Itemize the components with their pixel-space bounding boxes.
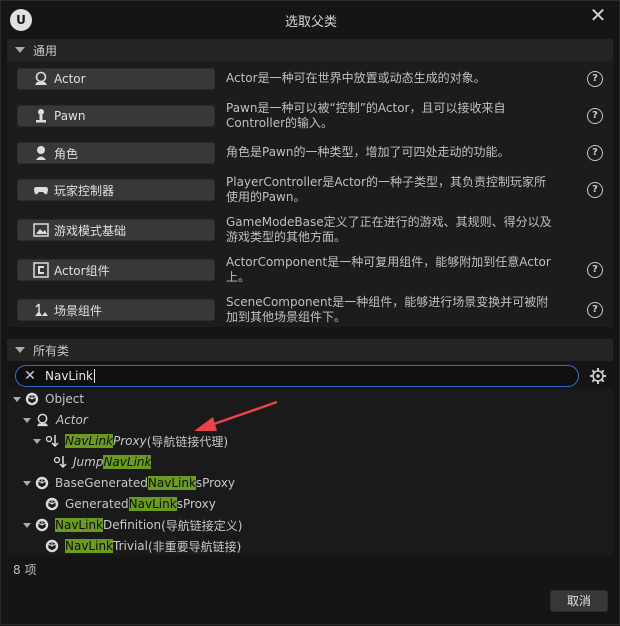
character-class-button[interactable]: 角色 — [17, 142, 215, 164]
help-icon[interactable]: ? — [587, 145, 603, 161]
tree-row-navlinkdefinition[interactable]: NavLink Definition (导航链接定义) — [23, 515, 243, 535]
dialog-title: 选取父类 — [284, 15, 337, 30]
actor-class-button[interactable]: Actor — [17, 68, 215, 90]
player-controller-description: PlayerController是Actor的一种子类型，其负责控制玩家所 使用的… — [226, 175, 546, 204]
expand-arrow-icon[interactable] — [23, 417, 31, 423]
help-icon[interactable]: ? — [587, 302, 603, 318]
pawn-class-label: Pawn — [54, 109, 86, 123]
actor-icon — [35, 413, 50, 428]
tree-row-object[interactable]: Object — [13, 389, 84, 409]
tree-row-basegeneratednavlinksproxy[interactable]: BaseGenerated NavLink sProxy — [23, 473, 235, 493]
tree-row-navlinktrivial[interactable]: NavLink Trivial (非重要导航链接) — [45, 536, 241, 556]
actor-component-class-label: Actor组件 — [54, 263, 110, 278]
search-value: NavLink — [45, 369, 96, 383]
help-icon[interactable]: ? — [587, 182, 603, 198]
cancel-button[interactable]: 取消 — [550, 590, 608, 612]
common-classes-panel: Actor Actor是一种可在世界中放置或动态生成的对象。 ? Pawn Pa… — [7, 61, 613, 327]
game-mode-base-description: GameModeBase定义了正在进行的游戏、其规则、得分以及 游戏类型的其他方面… — [226, 215, 552, 244]
clear-search-icon[interactable]: ✕ — [23, 368, 37, 384]
pawn-icon — [32, 108, 50, 124]
collapse-arrow-icon — [15, 47, 25, 53]
navlink-icon — [45, 433, 61, 449]
character-icon — [32, 145, 50, 161]
tree-row-actor[interactable]: Actor — [23, 410, 88, 430]
object-class-icon — [45, 497, 59, 511]
actor-icon — [32, 71, 50, 87]
title-bar: U 选取父类 ✕ — [1, 1, 620, 37]
actor-component-icon — [32, 262, 50, 278]
object-class-icon — [35, 518, 49, 532]
object-class-icon — [35, 476, 49, 490]
game-mode-base-class-label: 游戏模式基础 — [54, 223, 127, 238]
actor-description: Actor是一种可在世界中放置或动态生成的对象。 — [226, 71, 486, 85]
navlink-icon — [53, 454, 69, 470]
game-mode-base-class-button[interactable]: 游戏模式基础 — [17, 219, 215, 241]
pick-parent-class-dialog: U 选取父类 ✕ 通用 Actor Actor是一种可在世界中放置或动态生成的对… — [0, 0, 620, 625]
scene-component-description: SceneComponent是一种组件，能够进行场景变换并可被附 加到其他场景组件… — [226, 295, 549, 324]
all-classes-section-label: 所有类 — [33, 343, 70, 358]
expand-arrow-icon[interactable] — [23, 480, 31, 486]
character-description: 角色是Pawn的一种类型，增加了可四处走动的功能。 — [226, 145, 510, 159]
all-classes-section-header[interactable]: 所有类 — [7, 339, 613, 361]
player-controller-class-label: 玩家控制器 — [54, 183, 115, 198]
collapse-arrow-icon — [15, 347, 25, 353]
scene-component-class-button[interactable]: 场景组件 — [17, 299, 215, 321]
tree-row-navlinkproxy[interactable]: NavLink Proxy (导航链接代理) — [33, 431, 228, 451]
pawn-description: Pawn是一种可以被“控制”的Actor，且可以接收来自 Controller的输… — [226, 101, 506, 130]
expand-arrow-icon[interactable] — [33, 438, 41, 444]
class-tree: Object Actor NavLink Proxy (导航链接代理) Jump N… — [7, 389, 613, 555]
expand-arrow-icon[interactable] — [23, 522, 31, 528]
actor-component-description: ActorComponent是一种可复用组件，能够附加到任意Actor 上。 — [226, 255, 551, 284]
gear-icon[interactable] — [589, 367, 607, 385]
close-icon[interactable]: ✕ — [589, 5, 607, 25]
object-class-icon — [25, 392, 39, 406]
object-class-icon — [45, 539, 59, 553]
game-mode-icon — [32, 222, 50, 238]
tree-row-jumpnavlink[interactable]: Jump NavLink — [53, 452, 152, 472]
scene-component-class-label: 场景组件 — [54, 303, 103, 318]
common-section-label: 通用 — [33, 43, 58, 58]
scene-component-icon — [32, 302, 50, 318]
gamepad-icon — [32, 182, 50, 198]
item-count: 8 项 — [13, 563, 37, 577]
help-icon[interactable]: ? — [587, 71, 603, 87]
help-icon[interactable]: ? — [587, 262, 603, 278]
actor-component-class-button[interactable]: Actor组件 — [17, 259, 215, 281]
tree-row-generatednavlinksproxy[interactable]: Generated NavLink sProxy — [45, 494, 216, 514]
common-section-header[interactable]: 通用 — [7, 39, 613, 61]
actor-class-label: Actor — [54, 72, 86, 86]
character-class-label: 角色 — [54, 146, 79, 161]
pawn-class-button[interactable]: Pawn — [17, 105, 215, 127]
expand-arrow-icon[interactable] — [13, 396, 21, 402]
help-icon[interactable]: ? — [587, 108, 603, 124]
player-controller-class-button[interactable]: 玩家控制器 — [17, 179, 215, 201]
class-search-input[interactable]: ✕ NavLink — [15, 365, 579, 387]
